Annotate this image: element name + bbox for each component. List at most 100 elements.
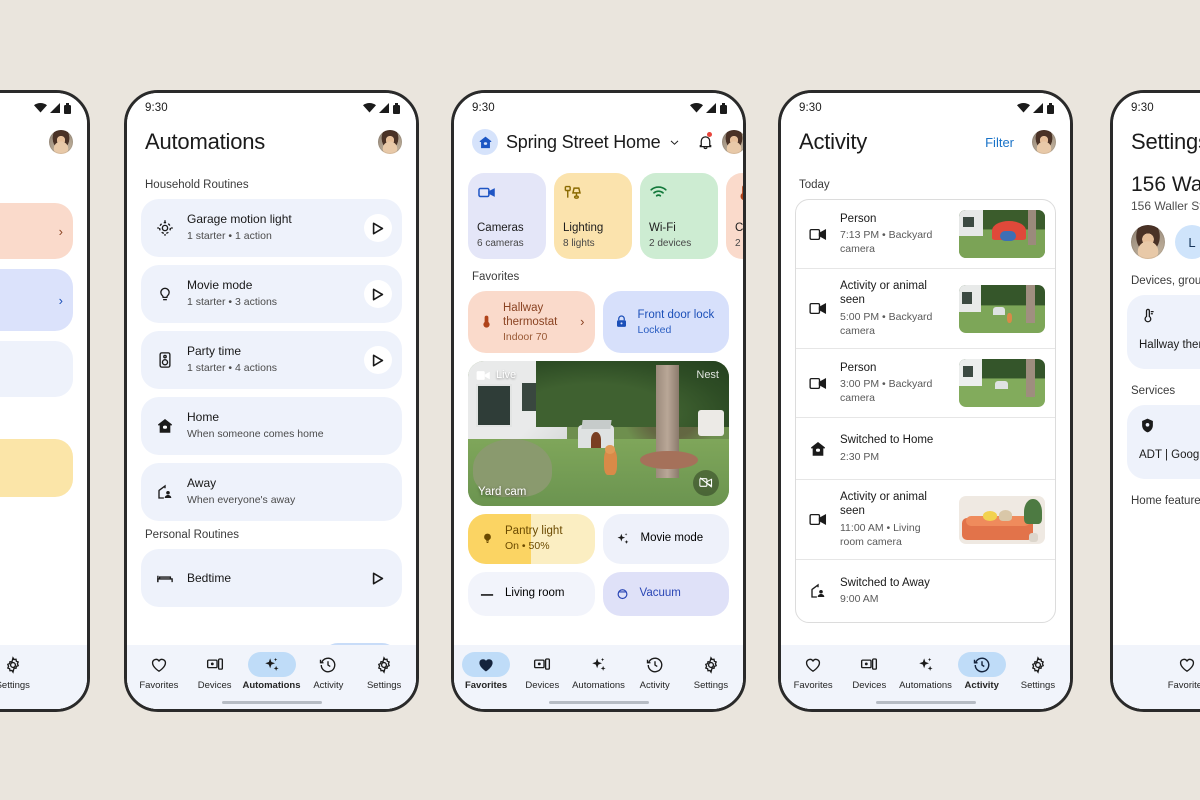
automation-row[interactable]: Bedtime (141, 549, 402, 607)
favorite-tile-front-door-lock[interactable]: Front door lock Locked (602, 291, 729, 353)
camera-off-icon[interactable] (693, 469, 719, 496)
nav-item-automations[interactable]: Automations (570, 652, 626, 691)
member-initial[interactable]: L (1175, 225, 1200, 259)
activity-row[interactable]: Activity or animal seen 11:00 AM • Livin… (796, 480, 1055, 561)
chevron-down-icon[interactable] (668, 136, 681, 149)
automation-row[interactable]: Home When someone comes home (141, 397, 402, 455)
gesture-bar (454, 695, 743, 709)
home-badge-icon (472, 129, 498, 155)
phone-settings-partial-right: 9:30 Settings 156 Waller 156 Waller Stre… (1110, 90, 1200, 712)
nav-item-favorites[interactable]: Favorites (458, 652, 514, 691)
nav-item-activity[interactable]: Activity (954, 652, 1010, 691)
tile-pantry-light[interactable]: Pantry light On • 50% (468, 513, 595, 564)
activity-title: Activity or animal seen (840, 491, 927, 518)
favorite-tile-vacuum[interactable]: cuum sed (0, 341, 73, 397)
bottom-nav: tivity Settings (0, 645, 87, 695)
automation-row[interactable]: Away When everyone's away (141, 463, 402, 521)
nav-item-settings[interactable]: Settings (356, 652, 412, 691)
live-label: Live (496, 369, 517, 382)
nav-item-automations[interactable]: Automations (242, 652, 301, 691)
activity-row[interactable]: Person 7:13 PM • Backyard camera (796, 200, 1055, 269)
nav-item-automations[interactable]: Automations (897, 652, 953, 691)
section-heading-services: Services (1131, 385, 1176, 397)
nav-label: Favorites (139, 680, 179, 691)
home-person-icon (155, 483, 175, 501)
automation-row[interactable]: Garage motion light 1 starter • 1 action (141, 199, 402, 257)
settings-card-adt-google[interactable]: ADT | Google (1127, 405, 1200, 479)
tile-movie-mode[interactable]: Movie mode (602, 513, 729, 564)
category-chip-climate[interactable]: C 2 (726, 173, 743, 259)
activity-thumbnail[interactable] (959, 284, 1045, 333)
home-title[interactable]: Spring Street Home (506, 132, 661, 153)
nav-item-activity[interactable]: Activity (301, 652, 357, 691)
nav-item-favorites[interactable]: Favorites (785, 652, 841, 691)
bottom-nav: Favorites Devic (1113, 645, 1200, 695)
activity-row[interactable]: Switched to Away 9:00 AM (796, 560, 1055, 622)
video-camera-icon (808, 227, 828, 242)
activity-row[interactable]: Switched to Home 2:30 PM (796, 418, 1055, 481)
nav-item-settings[interactable]: Settings (683, 652, 739, 691)
favorite-tile-hallway-thermostat[interactable]: Hallway thermostat Indoor 70 › (468, 291, 595, 353)
play-button[interactable] (364, 346, 392, 374)
nav-item-activity[interactable]: Activity (627, 652, 683, 691)
favorite-tile-lamp[interactable]: mp • 50% (0, 439, 73, 497)
automation-row[interactable]: Party time 1 starter • 4 actions (141, 331, 402, 389)
bell-icon[interactable] (697, 131, 714, 153)
video-camera-icon (808, 376, 828, 391)
home-icon (155, 417, 175, 435)
category-chip-lighting[interactable]: Lighting 8 lights (554, 173, 632, 259)
gesture-bar (127, 695, 416, 709)
play-button[interactable] (364, 214, 392, 242)
motion-sensor-icon (155, 219, 175, 237)
avatar[interactable] (722, 130, 743, 154)
automation-detail: 1 starter • 1 action (187, 230, 272, 243)
tile-vacuum[interactable]: Vacuum (602, 571, 729, 616)
status-icons (1017, 102, 1054, 114)
activity-thumbnail[interactable] (959, 359, 1045, 408)
activity-row[interactable]: Activity or animal seen 5:00 PM • Backya… (796, 269, 1055, 350)
camera-card-yard-cam[interactable]: Live Nest Yard cam (468, 360, 729, 506)
video-camera-icon (808, 301, 828, 316)
settings-body: 156 Waller 156 Waller Street L + Devices… (1113, 169, 1200, 645)
avatar[interactable] (378, 130, 402, 154)
app-bar (0, 123, 87, 169)
chip-label: Wi-Fi (649, 222, 676, 235)
nav-label: Devices (525, 680, 560, 691)
section-heading-devices: Devices, groups & (1131, 275, 1200, 287)
add-button[interactable]: Add (321, 643, 398, 645)
activity-card: Person 7:13 PM • Backyard camera Activit… (795, 199, 1056, 624)
nav-item-devices[interactable]: Devices (841, 652, 897, 691)
nav-item-settings[interactable]: Settings (0, 652, 83, 691)
avatar[interactable] (1032, 130, 1056, 154)
play-button[interactable] (364, 564, 392, 592)
nav-label: Favorites (464, 680, 508, 691)
nav-item-favorites[interactable]: Favorites (131, 652, 187, 691)
activity-row[interactable]: Person 3:00 PM • Backyard camera (796, 349, 1055, 419)
heart-icon (479, 658, 493, 671)
tile-name: Living room (505, 586, 565, 599)
vacuum-icon (615, 586, 630, 601)
avatar[interactable] (49, 130, 73, 154)
member-avatar[interactable] (1131, 225, 1165, 259)
activity-title: Switched to Away (840, 576, 930, 589)
nav-item-favorites[interactable]: Favorites (1117, 652, 1200, 691)
category-chip-cameras[interactable]: Cameras 6 cameras (468, 173, 546, 259)
nav-item-devices[interactable]: Devices (514, 652, 570, 691)
favorite-tile-front-door-camera[interactable]: mera › (0, 269, 73, 331)
automation-row[interactable]: Movie mode 1 starter • 3 actions (141, 265, 402, 323)
chip-label: Cameras (477, 222, 524, 235)
category-chip-wifi[interactable]: Wi-Fi 2 devices (640, 173, 718, 259)
bottom-nav: Favorites Devices Automations Activity S… (127, 645, 416, 695)
nav-item-settings[interactable]: Settings (1010, 652, 1066, 691)
category-chip-row[interactable]: Cameras 6 cameras Lighting 8 lights Wi-F… (468, 169, 743, 261)
filter-button[interactable]: Filter (985, 135, 1014, 150)
favorite-tile-thermostat[interactable]: ermostat oor 70 › (0, 203, 73, 259)
automation-name: Garage motion light (187, 212, 292, 227)
activity-thumbnail[interactable] (959, 495, 1045, 544)
settings-card-hallway-thermostat[interactable]: Hallway thermostat (1127, 295, 1200, 369)
tile-living-room[interactable]: Living room (468, 571, 595, 616)
play-button[interactable] (364, 280, 392, 308)
activity-thumbnail[interactable] (959, 210, 1045, 258)
wifi-icon (34, 103, 47, 113)
nav-item-devices[interactable]: Devices (187, 652, 243, 691)
